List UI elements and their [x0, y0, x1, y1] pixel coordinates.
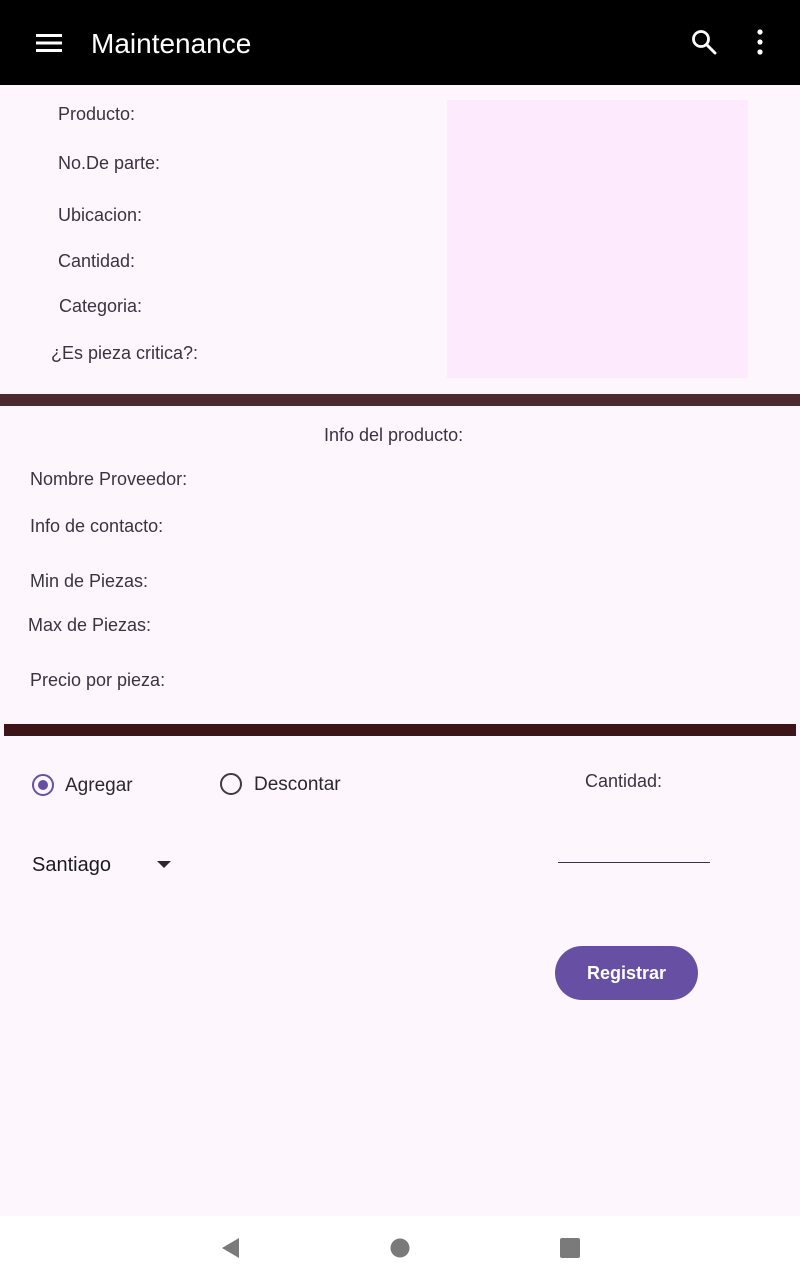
registrar-button[interactable]: Registrar — [555, 946, 698, 1000]
agregar-label[interactable]: Agregar — [65, 775, 133, 797]
recents-icon[interactable] — [552, 1230, 588, 1266]
dropdown-arrow-icon[interactable] — [157, 861, 171, 868]
location-selected[interactable]: Santiago — [32, 853, 111, 877]
divider — [4, 724, 796, 736]
info-contacto-label: Info de contacto: — [30, 516, 164, 536]
pieza-critica-label: ¿Es pieza critica?: — [51, 343, 199, 363]
cantidad-input[interactable] — [558, 828, 710, 863]
app-title: Maintenance — [91, 28, 252, 59]
ubicacion-label: Ubicacion: — [58, 205, 143, 225]
menu-icon[interactable] — [29, 26, 69, 60]
system-nav-bar — [0, 1216, 800, 1280]
info-producto-header: Info del producto: — [324, 425, 464, 445]
cantidad-input-label: Cantidad: — [585, 771, 663, 791]
home-icon[interactable] — [382, 1230, 418, 1266]
cantidad-label: Cantidad: — [58, 251, 136, 271]
divider — [0, 394, 800, 406]
agregar-radio[interactable] — [32, 774, 54, 796]
descontar-radio[interactable] — [220, 773, 242, 795]
categoria-label: Categoria: — [59, 296, 143, 316]
descontar-label[interactable]: Descontar — [254, 774, 341, 796]
back-icon[interactable] — [212, 1232, 248, 1264]
precio-pieza-label: Precio por pieza: — [30, 670, 166, 690]
max-piezas-label: Max de Piezas: — [28, 615, 152, 635]
product-image — [447, 100, 748, 378]
no-parte-label: No.De parte: — [58, 153, 161, 173]
producto-label: Producto: — [58, 104, 136, 124]
min-piezas-label: Min de Piezas: — [30, 571, 149, 591]
nombre-proveedor-label: Nombre Proveedor: — [30, 469, 188, 489]
search-icon[interactable] — [684, 22, 724, 62]
app-bar: Maintenance — [0, 0, 800, 85]
more-vert-icon[interactable] — [745, 24, 775, 60]
